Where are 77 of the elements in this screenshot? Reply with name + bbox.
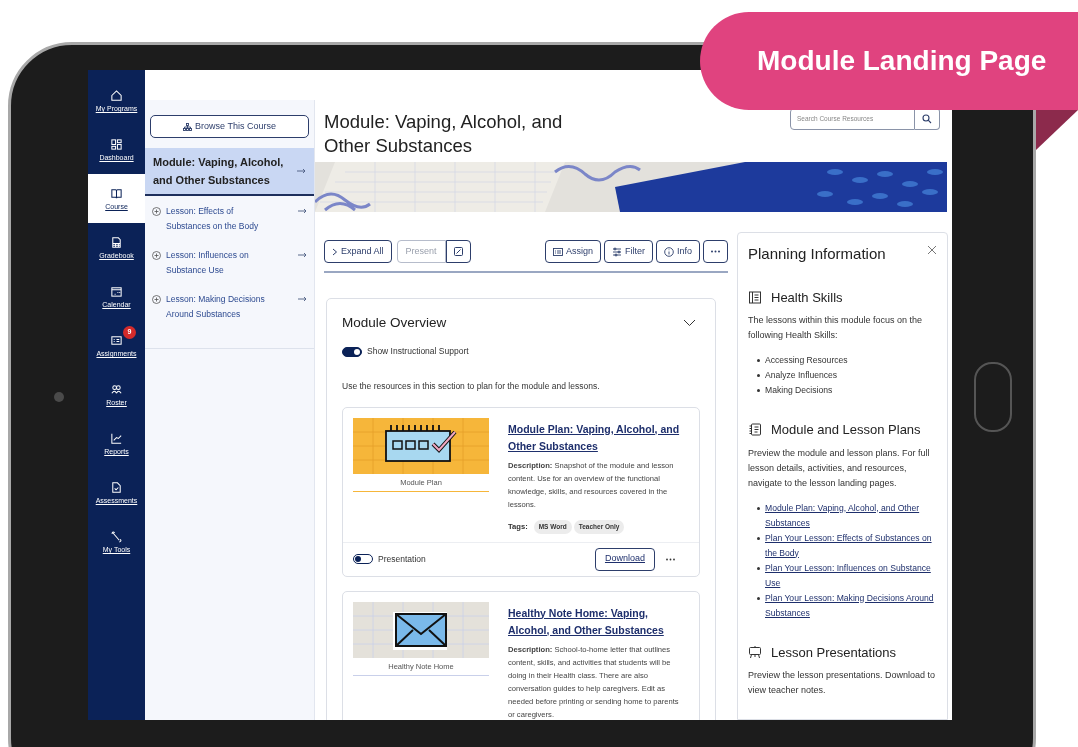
section-text: The lessons within this module focus on the following Health Skills:	[748, 314, 924, 342]
notebook-icon	[748, 423, 762, 437]
plus-circle-icon	[152, 207, 161, 216]
plan-link[interactable]: Plan Your Lesson: Influences on Substance Use	[765, 560, 937, 591]
bullet	[757, 536, 760, 540]
chart-icon	[110, 432, 123, 445]
toggle-label: Show Instructional Support	[367, 345, 469, 358]
people-icon	[110, 383, 123, 396]
list-icon	[552, 246, 563, 257]
download-button[interactable]: Download	[594, 547, 655, 571]
skill-item: Making Decisions	[765, 384, 834, 397]
plan-link[interactable]: Module Plan: Vaping, Alcohol, and Other Substances	[765, 500, 937, 531]
toolbar-button[interactable]: Filter	[604, 240, 653, 263]
section-heading: Lesson Presentations	[771, 643, 897, 662]
bullet	[757, 359, 760, 362]
plan-link[interactable]: Plan Your Lesson: Making Decisions Around Substances	[765, 590, 937, 621]
search-icon	[922, 114, 932, 124]
document-check-icon	[110, 481, 123, 494]
wrench-icon	[110, 530, 123, 543]
gradebook-icon	[110, 236, 123, 249]
book-icon	[110, 187, 123, 200]
card-icon	[110, 334, 123, 347]
close-icon	[927, 245, 937, 255]
calendar-icon	[110, 285, 123, 298]
chevron-right-icon	[332, 247, 338, 256]
arrow-icon	[297, 168, 306, 174]
resource-title-link[interactable]: Healthy Note Home: Vaping, Alcohol, and Other Substances	[508, 604, 683, 639]
edit-icon	[453, 247, 463, 256]
bullet	[757, 389, 760, 392]
toggle-label: Presentation	[378, 552, 426, 566]
toggle-switch[interactable]	[353, 554, 373, 564]
arrow-icon	[298, 252, 307, 258]
toolbar-button[interactable]: Assign	[544, 240, 601, 263]
bullet	[757, 566, 760, 570]
skill-item: Accessing Resources	[765, 354, 849, 367]
arrow-icon	[298, 208, 307, 214]
bullet	[757, 596, 760, 600]
resource-title-link[interactable]: Module Plan: Vaping, Alcohol, and Other Substances	[508, 420, 683, 455]
close-button[interactable]	[927, 245, 937, 255]
collapse-toggle[interactable]	[683, 319, 696, 328]
plus-circle-icon	[152, 251, 161, 260]
browse-course-button[interactable]: Browse This Course	[150, 115, 309, 138]
more-icon[interactable]	[666, 557, 675, 561]
lesson-nav-item[interactable]: Lesson: Making Decisions Around Substances	[145, 292, 314, 336]
section-text: Preview the lesson presentations. Download to view teacher notes.	[748, 669, 937, 697]
edit-button[interactable]	[445, 240, 471, 263]
bullet	[757, 374, 760, 377]
toolbar-button[interactable]: Info	[656, 240, 700, 263]
section-text: Preview the module and lesson plans. For full lesson details, activities, and resources, navigate to the lesson landing pages.	[748, 446, 931, 490]
module-nav-item[interactable]: Module: Vaping, Alcohol, and Other Substances	[145, 148, 314, 196]
sliders-icon	[612, 246, 622, 257]
more-options-button[interactable]	[703, 240, 728, 263]
arrow-icon	[298, 296, 307, 302]
toggle-switch[interactable]	[342, 346, 362, 357]
info-icon	[664, 246, 674, 257]
home-icon	[110, 89, 123, 102]
plus-circle-icon	[152, 295, 161, 304]
page-title: Module: Vaping, Alcohol, and Other Substances	[324, 110, 564, 158]
hierarchy-icon	[183, 122, 193, 131]
ribbon-fold-drawing	[1036, 108, 1078, 152]
dashboard-icon	[110, 138, 123, 151]
lesson-nav-item[interactable]: Lesson: Effects of Substances on the Body	[145, 204, 314, 248]
section-heading: Module and Lesson Plans	[771, 421, 921, 439]
easel-icon	[748, 645, 762, 659]
section-title: Module Overview	[342, 314, 447, 332]
expand-all-button[interactable]: Expand All	[324, 240, 392, 263]
more-icon	[711, 250, 720, 253]
intro-text: Use the resources in this section to plan for the module and lessons.	[342, 380, 601, 393]
chevron-icon	[683, 319, 696, 328]
lesson-nav-item[interactable]: Lesson: Influences on Substance Use	[145, 248, 314, 292]
panel-title: Planning Information	[748, 244, 886, 264]
plan-link[interactable]: Plan Your Lesson: Effects of Substances on the Body	[765, 530, 937, 561]
skill-item: Analyze Influences	[765, 369, 839, 382]
callout-banner: Module Landing Page	[700, 12, 1078, 110]
list-box-icon	[748, 290, 762, 304]
section-heading: Health Skills	[771, 288, 843, 307]
bullet	[757, 506, 760, 510]
